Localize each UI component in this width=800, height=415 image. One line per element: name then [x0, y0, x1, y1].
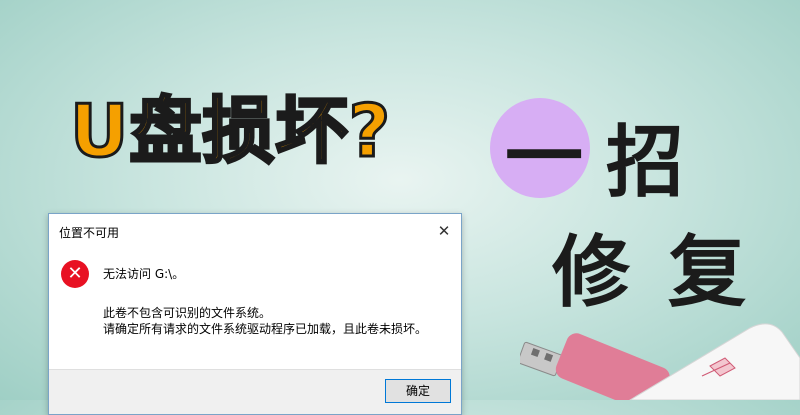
dialog-title: 位置不可用: [59, 226, 120, 240]
dialog-button-bar: 确定: [49, 369, 461, 414]
slogan-char-zhao: 招: [606, 118, 685, 208]
close-icon[interactable]: ✕: [433, 220, 455, 242]
ok-button[interactable]: 确定: [385, 379, 451, 403]
headline-text: U盘损坏?: [68, 88, 392, 175]
location-unavailable-dialog: 位置不可用 ✕ ✕ 无法访问 G:\。 此卷不包含可识别的文件系统。 请确定所有…: [48, 213, 462, 415]
error-message-detail-2: 请确定所有请求的文件系统驱动程序已加载，且此卷未损坏。: [103, 322, 428, 336]
slogan-char-xiu: 修: [552, 228, 631, 318]
error-message-primary: 无法访问 G:\。: [103, 267, 185, 281]
slogan-char-fu: 复: [668, 228, 747, 318]
error-message-detail-1: 此卷不包含可识别的文件系统。: [103, 306, 272, 320]
usb-drives-illustration: [520, 323, 800, 400]
slogan-char-yi: 一: [505, 113, 584, 203]
error-icon: ✕: [61, 260, 89, 288]
white-usb-drive: [629, 323, 800, 400]
